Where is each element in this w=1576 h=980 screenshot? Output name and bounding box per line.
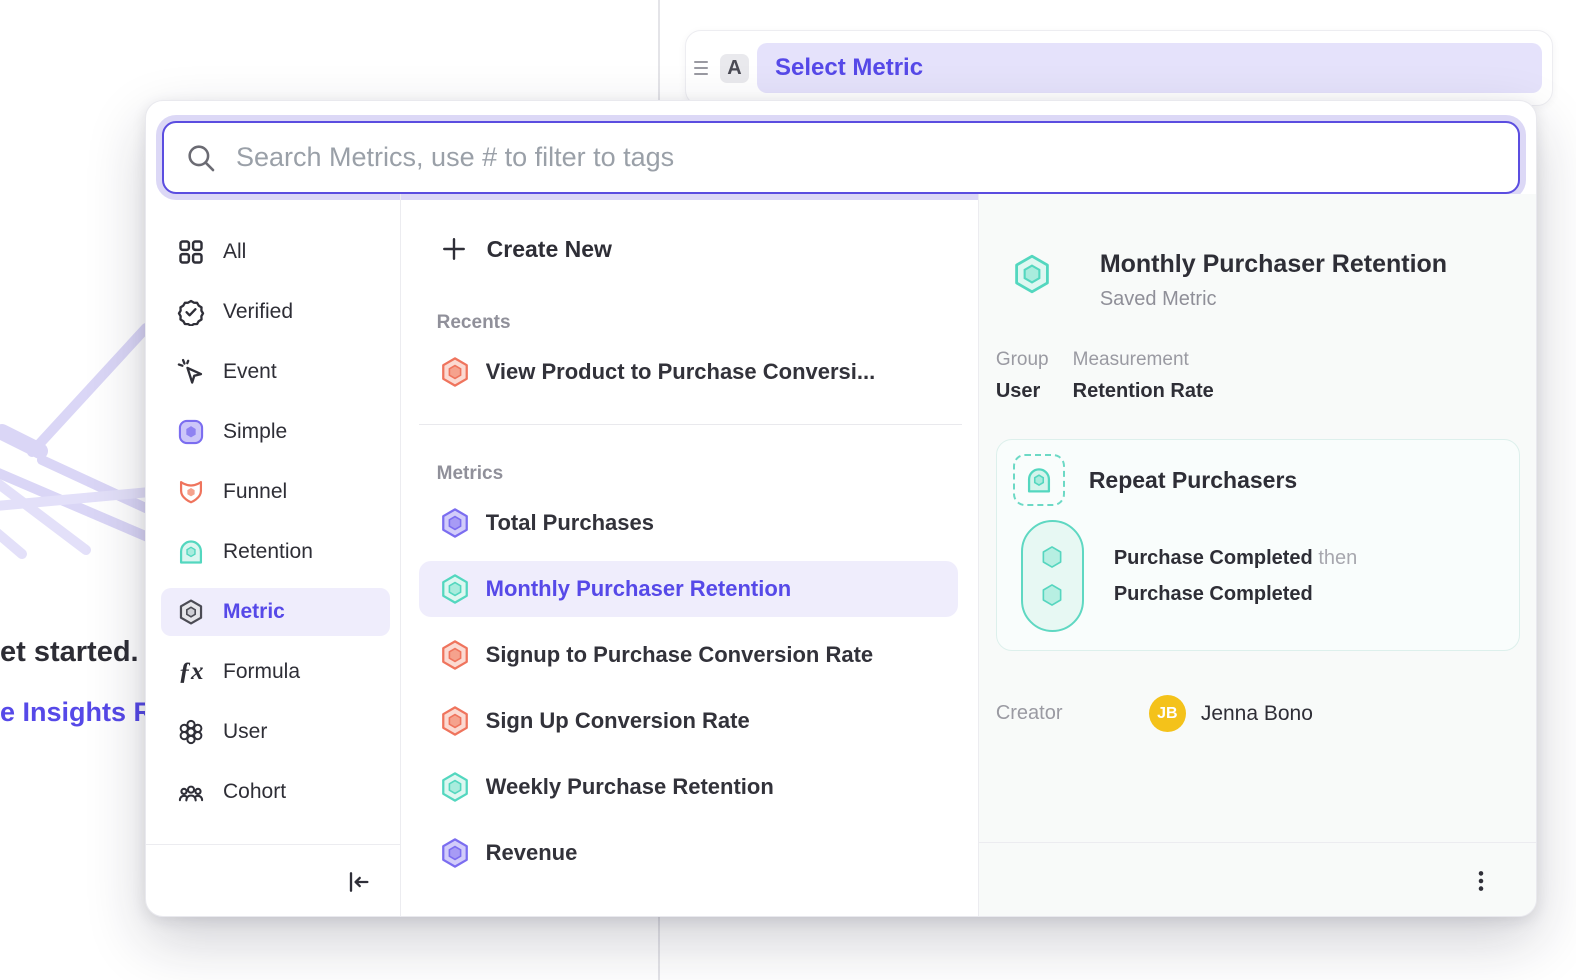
metric-name: Weekly Purchase Retention: [486, 774, 774, 800]
step-suffix: then: [1318, 547, 1357, 569]
metric-hexagon-icon: [439, 770, 471, 804]
search-area: [146, 101, 1536, 194]
user-cluster-icon: [176, 717, 206, 747]
property-group: Group User: [996, 349, 1049, 403]
metric-list-item[interactable]: Total Purchases: [419, 495, 958, 551]
background-heading-fragment: et started.: [0, 636, 139, 669]
sidebar-item-retention[interactable]: Retention: [161, 528, 390, 576]
step-event-name: Purchase Completed: [1114, 547, 1313, 569]
metric-list: Create New Recents View Product to Purch…: [401, 194, 978, 917]
metric-list-item[interactable]: Signup to Purchase Conversion Rate: [419, 627, 958, 683]
metric-name: Total Purchases: [486, 510, 654, 536]
teal-hexagon-icon: [1011, 252, 1053, 296]
sidebar-item-all[interactable]: All: [161, 228, 390, 276]
formula-icon: ƒx: [176, 657, 206, 687]
sidebar-item-label: Retention: [223, 540, 313, 564]
event-cursor-icon: [176, 357, 206, 387]
definition-step: Purchase Completed: [1114, 583, 1357, 606]
metric-detail-panel: Monthly Purchaser Retention Saved Metric…: [978, 194, 1536, 917]
simple-metric-icon: [176, 417, 206, 447]
create-new-label: Create New: [487, 236, 612, 263]
retention-steps-capsule: [1021, 520, 1084, 632]
sidebar-item-label: Metric: [223, 600, 285, 624]
step-hexagon-icon: [1038, 581, 1066, 609]
select-metric-button[interactable]: Select Metric: [757, 43, 1542, 93]
definition-step: Purchase Completed then: [1114, 547, 1357, 570]
sidebar-item-label: Event: [223, 360, 277, 384]
metric-definition-card: Repeat Purchasers Purchase Completed: [996, 439, 1520, 651]
select-metric-label: Select Metric: [775, 54, 923, 82]
sidebar-item-event[interactable]: Event: [161, 348, 390, 396]
metric-hexagon-icon: [439, 506, 471, 540]
metric-hexagon-icon: [439, 704, 471, 738]
metric-hexagon-icon: [439, 572, 471, 606]
property-label: Group: [996, 349, 1049, 371]
step-event-name: Purchase Completed: [1114, 583, 1313, 605]
sidebar-item-label: User: [223, 720, 267, 744]
property-value: Retention Rate: [1073, 380, 1214, 403]
drag-handle-icon[interactable]: [694, 61, 714, 75]
retention-icon: [176, 537, 206, 567]
metric-name: Monthly Purchaser Retention: [486, 576, 792, 602]
sidebar-item-funnel[interactable]: Funnel: [161, 468, 390, 516]
search-input[interactable]: [236, 142, 1498, 173]
metric-name: View Product to Purchase Conversi...: [486, 359, 876, 385]
collapse-left-icon[interactable]: [344, 868, 372, 896]
creator-name: Jenna Bono: [1201, 702, 1313, 726]
sidebar-item-label: Funnel: [223, 480, 287, 504]
metric-name: Signup to Purchase Conversion Rate: [486, 642, 874, 668]
definition-name: Repeat Purchasers: [1089, 467, 1297, 494]
cohort-icon: [176, 777, 206, 807]
property-measurement: Measurement Retention Rate: [1073, 349, 1214, 403]
metric-list-item[interactable]: Sign Up Conversion Rate: [419, 693, 958, 749]
section-divider: [419, 424, 962, 425]
sidebar-item-simple[interactable]: Simple: [161, 408, 390, 456]
sidebar-item-label: Simple: [223, 420, 287, 444]
sidebar-item-user[interactable]: User: [161, 708, 390, 756]
sidebar-item-metric[interactable]: Metric: [161, 588, 390, 636]
step-hexagon-icon: [1038, 543, 1066, 571]
sidebar-item-label: Verified: [223, 300, 293, 324]
sidebar-item-label: Formula: [223, 660, 300, 684]
kebab-menu-icon[interactable]: [1468, 868, 1494, 894]
metric-hexagon-icon: [439, 355, 471, 389]
series-badge: A: [720, 54, 749, 83]
metric-list-item[interactable]: Weekly Purchase Retention: [419, 759, 958, 815]
sidebar-item-formula[interactable]: ƒx Formula: [161, 648, 390, 696]
detail-title: Monthly Purchaser Retention: [1100, 250, 1447, 279]
metric-name: Sign Up Conversion Rate: [486, 708, 750, 734]
sidebar-item-label: Cohort: [223, 780, 286, 804]
creator-label: Creator: [996, 702, 1129, 725]
sidebar-item-verified[interactable]: Verified: [161, 288, 390, 336]
property-label: Measurement: [1073, 349, 1214, 371]
metric-hexagon-icon: [176, 597, 206, 627]
funnel-icon: [176, 477, 206, 507]
create-new-button[interactable]: Create New: [401, 224, 978, 274]
detail-subtitle: Saved Metric: [1100, 288, 1447, 311]
verified-badge-icon: [176, 297, 206, 327]
metric-hexagon-icon: [439, 836, 471, 870]
property-value: User: [996, 380, 1049, 403]
metric-name: Revenue: [486, 840, 578, 866]
recents-section-label: Recents: [437, 312, 978, 334]
creator-avatar: JB: [1149, 695, 1186, 732]
plus-icon: [441, 236, 467, 262]
search-box[interactable]: [162, 121, 1520, 194]
sidebar-item-cohort[interactable]: Cohort: [161, 768, 390, 816]
metric-hexagon-icon: [439, 638, 471, 672]
metrics-section-label: Metrics: [437, 463, 978, 485]
search-icon: [184, 141, 218, 175]
retention-bordered-icon: [1013, 454, 1065, 506]
background-link-fragment[interactable]: e Insights Re: [0, 697, 168, 728]
grid-icon: [176, 237, 206, 267]
metric-list-item-selected[interactable]: Monthly Purchaser Retention: [419, 561, 958, 617]
metric-list-item[interactable]: Revenue: [419, 825, 958, 881]
sidebar-item-label: All: [223, 240, 246, 264]
metric-list-item[interactable]: View Product to Purchase Conversi...: [419, 344, 958, 400]
metric-query-row: A Select Metric: [685, 30, 1553, 106]
category-sidebar: All Verified: [146, 194, 401, 917]
decorative-chart-lines: [0, 320, 150, 680]
metric-picker-modal: All Verified: [145, 100, 1537, 917]
